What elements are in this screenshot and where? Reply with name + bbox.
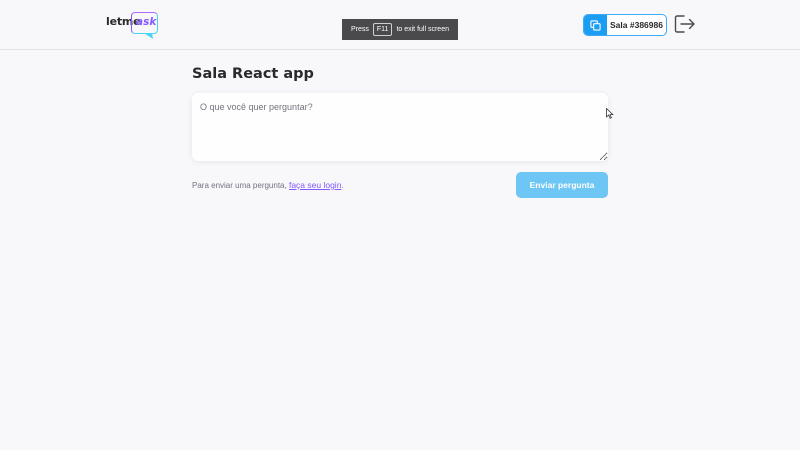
room-code-label: Sala #386986 xyxy=(610,20,663,30)
copy-icon xyxy=(584,15,607,35)
logout-icon xyxy=(674,15,695,33)
copy-room-code-button[interactable]: Sala #386986 xyxy=(583,14,667,36)
login-prompt-suffix: . xyxy=(341,181,344,190)
letmeask-logo[interactable]: letme ask xyxy=(106,12,166,39)
mouse-cursor-icon xyxy=(606,108,614,119)
page-header: letme ask Press F11 to exit full screen … xyxy=(0,0,800,50)
tooltip-key-f11: F11 xyxy=(372,23,393,36)
login-link[interactable]: faça seu login xyxy=(289,180,341,190)
send-question-button[interactable]: Enviar pergunta xyxy=(516,172,608,198)
tooltip-text-after: to exit full screen xyxy=(396,26,449,33)
tooltip-text-before: Press xyxy=(351,26,369,33)
question-form-footer: Para enviar uma pergunta, faça seu login… xyxy=(192,172,608,198)
logo-speech-bubble: ask xyxy=(131,12,158,34)
login-prompt: Para enviar uma pergunta, faça seu login… xyxy=(192,180,344,190)
page-title: Sala React app xyxy=(192,66,314,82)
question-input[interactable] xyxy=(192,93,608,161)
login-prompt-text: Para enviar uma pergunta, xyxy=(192,181,287,190)
room-content: Sala React app Para enviar uma pergunta,… xyxy=(192,66,608,198)
logo-text-ask: ask xyxy=(136,16,157,28)
logout-button[interactable] xyxy=(674,14,696,34)
logo-bubble-tail xyxy=(144,33,153,39)
fullscreen-exit-tooltip: Press F11 to exit full screen xyxy=(342,19,458,40)
